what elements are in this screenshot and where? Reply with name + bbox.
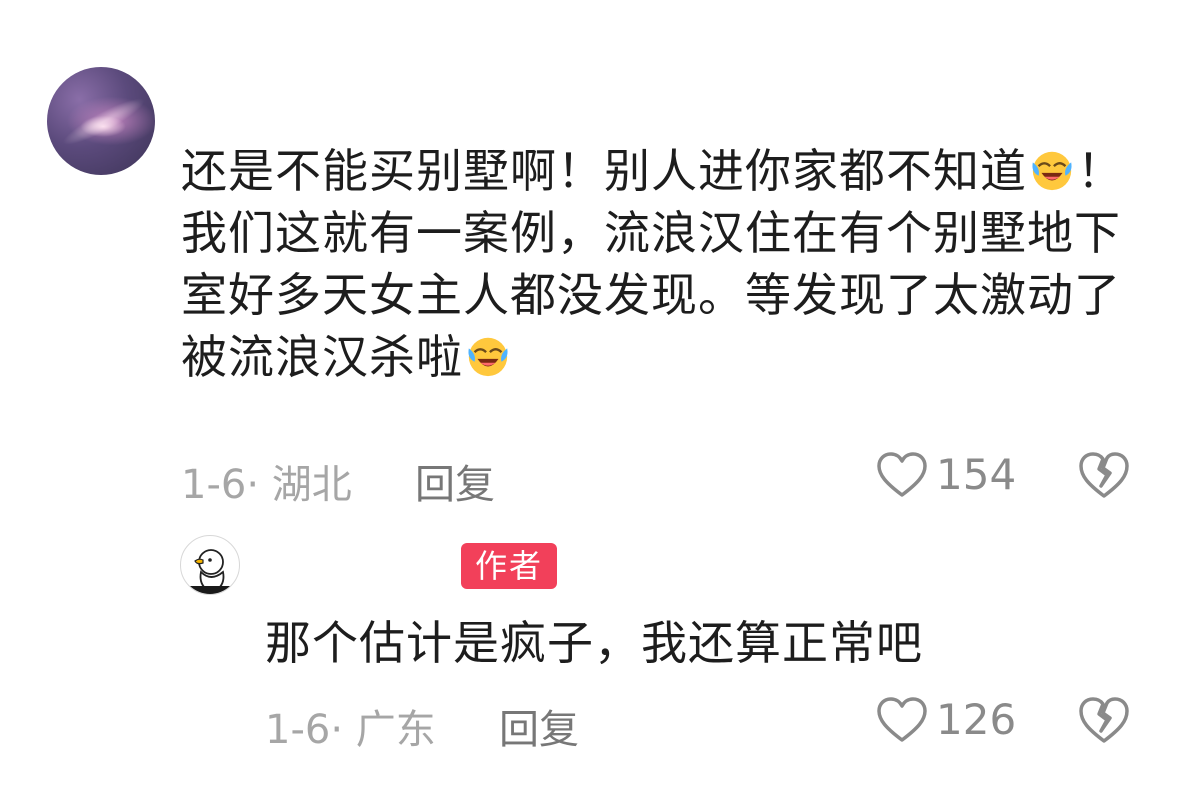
commenter-avatar[interactable] bbox=[47, 67, 155, 175]
reply-like-count: 126 bbox=[936, 695, 1017, 744]
reply-text: 那个估计是疯子，我还算正常吧 bbox=[265, 616, 923, 670]
comment-like-count: 154 bbox=[936, 450, 1017, 499]
comment-dislike-button-broken-heart-icon[interactable] bbox=[1078, 450, 1130, 500]
laughing-crying-emoji-icon bbox=[468, 337, 508, 377]
reply-date-location: 1-6· 广东 bbox=[265, 707, 436, 753]
laughing-crying-emoji-icon bbox=[1032, 151, 1072, 191]
author-avatar[interactable] bbox=[180, 535, 240, 595]
reply-like-button[interactable]: 126 bbox=[876, 695, 1016, 744]
comment-date-location: 1-6· 湖北 bbox=[181, 462, 352, 508]
reply-reply-button[interactable]: 回复 bbox=[499, 697, 579, 755]
heart-icon bbox=[877, 451, 927, 497]
reply-dislike-button-broken-heart-icon[interactable] bbox=[1078, 695, 1130, 745]
heart-icon bbox=[877, 696, 927, 742]
duck-doodle-icon bbox=[181, 549, 239, 594]
comment-like-button[interactable]: 154 bbox=[876, 450, 1016, 499]
comment-reply-button[interactable]: 回复 bbox=[415, 452, 495, 510]
comment-text-part1: 还是不能买别墅啊！别人进你家都不知道 bbox=[181, 144, 1027, 198]
comment-text: 还是不能买别墅啊！别人进你家都不知道 ！我们这就有一案例，流浪汉住在有个别墅地下… bbox=[181, 140, 1141, 388]
author-badge: 作者 bbox=[461, 543, 557, 589]
